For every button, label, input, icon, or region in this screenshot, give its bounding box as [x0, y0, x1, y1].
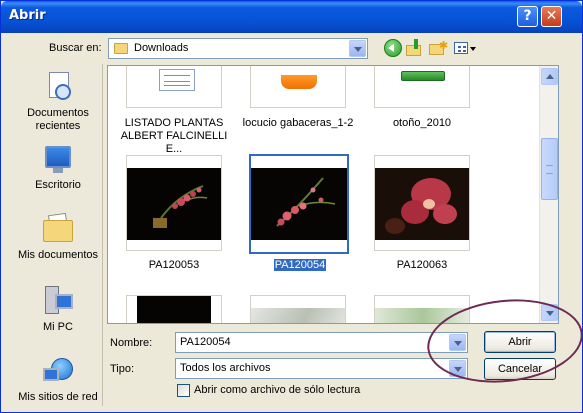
filetype-select[interactable]: Todos los archivos	[175, 358, 468, 379]
vlc-cone-icon	[281, 75, 317, 89]
help-button[interactable]: ?	[517, 6, 538, 27]
file-name[interactable]: locucio gabaceras_1-2	[236, 117, 360, 130]
selected-file-label: PA120054	[273, 259, 327, 271]
up-folder-icon[interactable]	[406, 39, 424, 57]
chevron-down-icon[interactable]	[349, 40, 366, 57]
vertical-scrollbar[interactable]	[539, 66, 558, 323]
place-label: Mi PC	[43, 321, 73, 333]
photo-orchid-icon	[127, 168, 221, 240]
my-computer-icon	[41, 286, 75, 318]
place-my-computer[interactable]: Mi PC	[8, 286, 108, 334]
new-folder-icon[interactable]: ✱	[429, 39, 448, 57]
desktop-icon	[41, 144, 75, 176]
place-network[interactable]: Mis sitios de red	[8, 356, 108, 404]
place-desktop[interactable]: Escritorio	[8, 144, 108, 192]
place-my-documents[interactable]: Mis documentos	[8, 212, 108, 262]
place-label: Mis documentos	[17, 249, 99, 261]
place-label: Mis sitios de red	[18, 391, 98, 403]
file-thumbnail[interactable]	[126, 155, 222, 251]
photo-light-preview	[251, 308, 345, 323]
lookin-value: Downloads	[134, 42, 189, 54]
places-bar: Documentos recientes Escritorio Mis docu…	[8, 64, 103, 406]
file-thumbnail[interactable]	[126, 66, 222, 108]
window-title: Abrir	[9, 8, 46, 23]
title-bar[interactable]: Abrir ? ✕	[1, 1, 582, 33]
photo-dark-preview	[137, 296, 211, 323]
place-recent-documents[interactable]: Documentos recientes	[8, 72, 108, 133]
file-thumbnail[interactable]	[126, 295, 222, 323]
file-thumbnail[interactable]	[250, 66, 346, 108]
file-thumbnail[interactable]	[374, 66, 470, 108]
filename-value: PA120054	[180, 336, 231, 348]
readonly-label[interactable]: Abrir como archivo de sólo lectura	[194, 384, 360, 396]
place-label: Documentos recientes	[27, 107, 89, 132]
filename-label: Nombre:	[110, 337, 153, 349]
readonly-checkbox[interactable]	[177, 384, 190, 397]
views-menu-icon[interactable]	[454, 39, 476, 57]
file-thumbnail[interactable]	[250, 295, 346, 323]
filetype-value: Todos los archivos	[180, 362, 271, 374]
archive-icon	[401, 71, 445, 81]
lookin-label: Buscar en:	[49, 42, 102, 54]
open-file-dialog: Abrir ? ✕ Buscar en: Downloads ✱ Documen…	[0, 0, 583, 413]
recent-documents-icon	[41, 72, 75, 104]
filename-input[interactable]: PA120054	[175, 332, 468, 353]
my-documents-icon	[41, 212, 75, 246]
back-icon[interactable]	[384, 39, 402, 57]
file-name[interactable]: PA120063	[360, 259, 484, 272]
scroll-up-icon[interactable]	[541, 68, 558, 85]
file-name[interactable]: otoño_2010	[360, 117, 484, 130]
photo-orchid-closeup-icon	[375, 168, 469, 240]
folder-icon	[114, 43, 128, 54]
photo-orchid-icon	[251, 168, 347, 240]
network-places-icon	[41, 356, 75, 388]
document-icon	[159, 69, 195, 91]
file-name[interactable]: LISTADO PLANTAS ALBERT FALCINELLI E...	[112, 117, 236, 156]
place-label: Escritorio	[35, 179, 81, 191]
file-name[interactable]: PA120053	[112, 259, 236, 272]
file-thumbnail-selected[interactable]	[249, 154, 349, 254]
file-thumbnail[interactable]	[374, 155, 470, 251]
file-list[interactable]: LISTADO PLANTAS ALBERT FALCINELLI E... l…	[107, 65, 559, 324]
close-button[interactable]: ✕	[541, 6, 562, 27]
file-name-selected[interactable]: PA120054	[238, 259, 362, 272]
scrollbar-thumb[interactable]	[541, 138, 558, 200]
filetype-label: Tipo:	[110, 363, 135, 375]
lookin-dropdown[interactable]: Downloads	[108, 38, 368, 59]
